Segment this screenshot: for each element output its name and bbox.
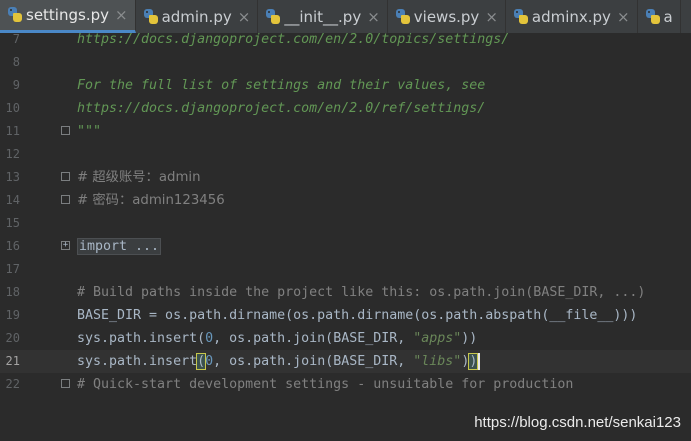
line-number: 18 xyxy=(5,285,20,299)
python-file-icon xyxy=(645,8,661,25)
code-text: sys.path.insert(0, os.path.join(BASE_DIR… xyxy=(77,350,481,373)
code-line: 11 """ xyxy=(0,120,691,143)
fold-icon[interactable] xyxy=(61,126,70,135)
close-tab-icon[interactable]: × xyxy=(238,8,251,26)
code-text: For the full list of settings and their … xyxy=(77,78,486,93)
code-text: BASE_DIR = os.path.dirname(os.path.dirna… xyxy=(77,308,638,323)
code-line: 15 xyxy=(0,212,691,235)
expand-fold-icon[interactable]: + xyxy=(61,241,70,250)
python-file-icon xyxy=(513,8,529,25)
code-text: """ xyxy=(77,124,102,139)
line-number: 16 xyxy=(5,239,20,253)
line-number: 17 xyxy=(5,262,20,276)
code-token: , os.path.join(BASE_DIR, xyxy=(213,331,414,346)
line-number: 10 xyxy=(5,101,20,115)
fold-icon[interactable] xyxy=(61,195,70,204)
tab-label: adminx.py xyxy=(531,7,611,26)
tab-label: settings.py xyxy=(26,6,109,24)
fold-icon[interactable] xyxy=(61,172,70,181)
code-line: 18 # Build paths inside the project like… xyxy=(0,281,691,304)
line-number: 9 xyxy=(12,78,20,92)
line-number: 19 xyxy=(5,308,20,322)
code-text: # Quick-start development settings - uns… xyxy=(77,377,574,392)
code-token: , os.path.join(BASE_DIR, xyxy=(213,354,414,369)
matched-paren: ) xyxy=(468,353,479,370)
code-text: # 密码：admin123456 xyxy=(77,193,225,208)
code-line: 20 sys.path.insert(0, os.path.join(BASE_… xyxy=(0,327,691,350)
number-token: 0 xyxy=(205,354,214,369)
line-number: 7 xyxy=(12,32,20,46)
tab-label: __init__.py xyxy=(284,7,362,26)
tab-label: a xyxy=(663,7,673,26)
current-code-line: 21 sys.path.insert(0, os.path.join(BASE_… xyxy=(0,350,691,373)
python-file-icon xyxy=(7,7,23,23)
code-line: 22 # Quick-start development settings - … xyxy=(0,373,691,396)
code-line: 14 # 密码：admin123456 xyxy=(0,189,691,212)
code-line: 12 xyxy=(0,143,691,166)
code-line: 17 xyxy=(0,258,691,281)
close-tab-icon[interactable]: × xyxy=(617,8,630,26)
python-file-icon xyxy=(265,8,281,25)
matched-paren: ( xyxy=(196,353,207,370)
tab-label: admin.py xyxy=(161,7,232,26)
line-number: 21 xyxy=(5,354,20,368)
close-tab-icon[interactable]: × xyxy=(367,8,380,26)
code-token: sys.path.insert( xyxy=(77,331,206,346)
line-number: 8 xyxy=(12,55,20,69)
code-token: )) xyxy=(461,331,478,346)
line-number: 15 xyxy=(5,216,20,230)
code-line: 7 https://docs.djangoproject.com/en/2.0/… xyxy=(0,28,691,51)
code-line: 8 xyxy=(0,51,691,74)
line-number: 13 xyxy=(5,170,20,184)
line-number: 12 xyxy=(5,147,20,161)
python-file-icon xyxy=(143,8,159,25)
code-line: 9 For the full list of settings and thei… xyxy=(0,74,691,97)
line-number: 14 xyxy=(5,193,20,207)
code-text: sys.path.insert(0, os.path.join(BASE_DIR… xyxy=(77,327,477,350)
close-tab-icon[interactable]: × xyxy=(485,8,498,26)
close-tab-icon[interactable]: × xyxy=(115,6,128,24)
string-token: "apps" xyxy=(413,331,462,346)
code-line: 16 + import ... xyxy=(0,235,691,258)
code-text: # Build paths inside the project like th… xyxy=(77,285,646,300)
collapsed-imports[interactable]: import ... xyxy=(77,238,162,255)
code-token: sys.path.insert xyxy=(77,354,198,369)
code-line: 19 BASE_DIR = os.path.dirname(os.path.di… xyxy=(0,304,691,327)
fold-icon[interactable] xyxy=(61,379,70,388)
watermark: https://blog.csdn.net/senkai123 xyxy=(474,414,681,431)
text-cursor xyxy=(478,352,481,370)
number-token: 0 xyxy=(205,331,214,346)
code-text: # 超级账号：admin xyxy=(77,170,201,185)
python-file-icon xyxy=(395,8,411,25)
line-number: 11 xyxy=(5,124,20,138)
code-text: https://docs.djangoproject.com/en/2.0/re… xyxy=(77,101,486,116)
line-number: 20 xyxy=(5,331,20,345)
code-line: 13 # 超级账号：admin xyxy=(0,166,691,189)
code-line: 10 https://docs.djangoproject.com/en/2.0… xyxy=(0,97,691,120)
code-editor[interactable]: 7 https://docs.djangoproject.com/en/2.0/… xyxy=(0,32,691,441)
code-text: https://docs.djangoproject.com/en/2.0/to… xyxy=(77,32,510,47)
code-text: import ... xyxy=(77,235,162,258)
tab-label: views.py xyxy=(413,7,480,26)
string-token: "libs" xyxy=(413,354,462,369)
line-number: 22 xyxy=(5,377,20,391)
